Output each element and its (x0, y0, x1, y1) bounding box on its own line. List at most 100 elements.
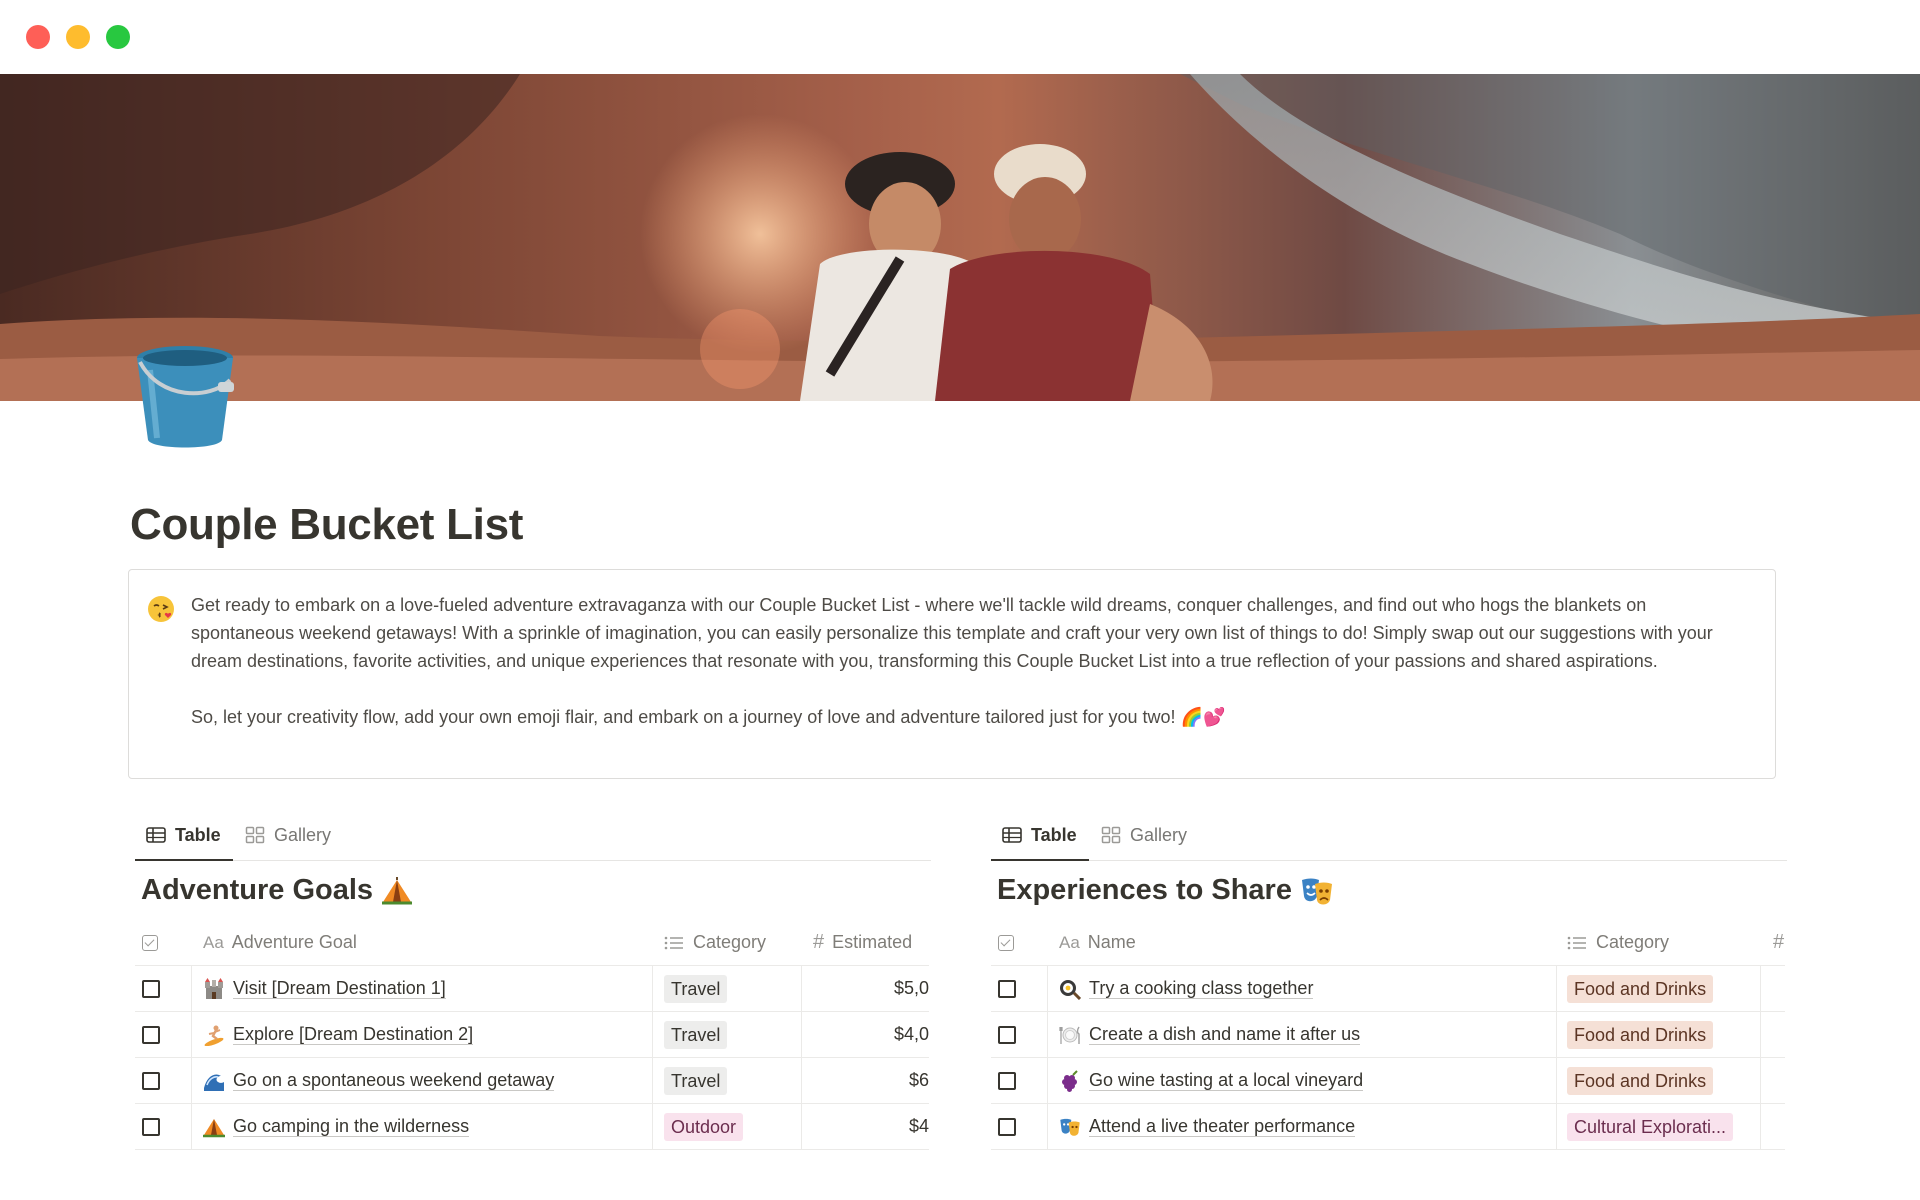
cover-photo (0, 74, 1920, 401)
row-category-cell[interactable]: Food and Drinks (1567, 966, 1757, 1011)
row-checkbox[interactable] (998, 1071, 1016, 1090)
tab-table[interactable]: Table (1002, 822, 1077, 848)
tent-icon (203, 1116, 225, 1138)
kissing-face-icon[interactable] (146, 594, 176, 624)
theater-masks-icon (1301, 878, 1332, 904)
minimize-window-button[interactable] (66, 25, 90, 49)
column-divider (1047, 1058, 1048, 1103)
row-estimated-cell[interactable]: $4 (815, 1104, 929, 1149)
row-checkbox[interactable] (142, 1117, 160, 1136)
column-divider (652, 1012, 653, 1057)
row-name-cell[interactable]: Go camping in the wilderness (203, 1104, 653, 1149)
table-row[interactable]: Try a cooking class together Food and Dr… (991, 966, 1785, 1012)
tab-gallery[interactable]: Gallery (245, 822, 331, 848)
row-category-cell[interactable]: Travel (664, 1058, 794, 1103)
table-row[interactable]: Go on a spontaneous weekend getaway Trav… (135, 1058, 929, 1104)
column-divider (652, 1104, 653, 1149)
row-checkbox[interactable] (998, 1025, 1016, 1044)
row-estimated-cell[interactable]: $4,0 (815, 1012, 929, 1057)
row-title[interactable]: Explore [Dream Destination 2] (233, 1024, 474, 1045)
category-tag: Food and Drinks (1567, 974, 1714, 1003)
header-name[interactable]: Aa Name (1059, 920, 1449, 965)
row-category-cell[interactable]: Food and Drinks (1567, 1012, 1757, 1057)
row-checkbox-cell[interactable] (142, 966, 172, 1011)
bucket-icon[interactable] (130, 340, 240, 452)
database-title[interactable]: Adventure Goals (141, 874, 413, 907)
gallery-icon (1101, 826, 1121, 844)
table-row[interactable]: Attend a live theater performance Cultur… (991, 1104, 1785, 1150)
row-title[interactable]: Go wine tasting at a local vineyard (1089, 1070, 1364, 1091)
estimated-cost: $5,0 (893, 978, 929, 998)
row-checkbox-cell[interactable] (998, 1012, 1028, 1057)
table-row[interactable]: Go camping in the wilderness Outdoor $4 (135, 1104, 929, 1150)
column-divider (801, 1104, 802, 1149)
header-checkbox-column[interactable] (998, 920, 1028, 965)
row-title[interactable]: Visit [Dream Destination 1] (233, 978, 446, 999)
maximize-window-button[interactable] (106, 25, 130, 49)
table-row[interactable]: Go wine tasting at a local vineyard Food… (991, 1058, 1785, 1104)
row-title[interactable]: Go camping in the wilderness (233, 1116, 470, 1137)
row-checkbox-cell[interactable] (998, 966, 1028, 1011)
row-category-cell[interactable]: Outdoor (664, 1104, 794, 1149)
row-estimated-cell[interactable]: $6 (815, 1058, 929, 1103)
header-category[interactable]: Category (664, 920, 804, 965)
tab-table[interactable]: Table (146, 822, 221, 848)
table-row[interactable]: Visit [Dream Destination 1] Travel $5,0 (135, 966, 929, 1012)
header-adventure-goal[interactable]: Aa Adventure Goal (203, 920, 593, 965)
column-divider (801, 966, 802, 1011)
text-property-icon: Aa (1059, 932, 1080, 952)
close-window-button[interactable] (26, 25, 50, 49)
tab-label: Table (1031, 824, 1077, 845)
category-tag: Food and Drinks (1567, 1066, 1714, 1095)
column-divider (191, 1104, 192, 1149)
row-category-cell[interactable]: Cultural Explorati... (1567, 1104, 1757, 1149)
row-name-cell[interactable]: Go on a spontaneous weekend getaway (203, 1058, 653, 1103)
row-name-cell[interactable]: Explore [Dream Destination 2] (203, 1012, 653, 1057)
row-checkbox-cell[interactable] (998, 1104, 1028, 1149)
header-label: Adventure Goal (231, 932, 357, 952)
row-title[interactable]: Go on a spontaneous weekend getaway (233, 1070, 555, 1091)
database-title[interactable]: Experiences to Share (997, 874, 1334, 907)
row-name-cell[interactable]: Go wine tasting at a local vineyard (1059, 1058, 1539, 1103)
tab-label: Table (175, 824, 221, 845)
estimated-cost: $4,0 (893, 1024, 929, 1044)
cover-image[interactable] (0, 74, 1920, 401)
column-divider (1047, 1104, 1048, 1149)
row-name-cell[interactable]: Visit [Dream Destination 1] (203, 966, 653, 1011)
row-checkbox[interactable] (142, 1071, 160, 1090)
tab-gallery[interactable]: Gallery (1101, 822, 1187, 848)
row-name-cell[interactable]: Attend a live theater performance (1059, 1104, 1539, 1149)
row-title[interactable]: Try a cooking class together (1089, 978, 1314, 999)
row-checkbox[interactable] (998, 979, 1016, 998)
row-checkbox[interactable] (142, 1025, 160, 1044)
header-label: Category (1596, 932, 1670, 952)
header-estimated[interactable]: # Estimated (813, 920, 929, 965)
header-number-column[interactable]: # (1773, 920, 1785, 965)
header-category[interactable]: Category (1567, 920, 1747, 965)
row-checkbox-cell[interactable] (998, 1058, 1028, 1103)
column-divider (652, 966, 653, 1011)
row-category-cell[interactable]: Food and Drinks (1567, 1058, 1757, 1103)
callout-paragraph: Get ready to embark on a love-fueled adv… (191, 595, 1713, 671)
table-icon (1002, 827, 1022, 843)
table-row[interactable]: Create a dish and name it after us Food … (991, 1012, 1785, 1058)
row-checkbox-cell[interactable] (142, 1058, 172, 1103)
row-checkbox[interactable] (998, 1117, 1016, 1136)
row-category-cell[interactable]: Travel (664, 1012, 794, 1057)
row-checkbox-cell[interactable] (142, 1104, 172, 1149)
column-divider (801, 1058, 802, 1103)
row-name-cell[interactable]: Create a dish and name it after us (1059, 1012, 1539, 1057)
callout-block[interactable]: Get ready to embark on a love-fueled adv… (128, 569, 1776, 779)
row-title[interactable]: Attend a live theater performance (1089, 1116, 1356, 1137)
cooking-pan-icon (1059, 978, 1081, 1000)
row-checkbox-cell[interactable] (142, 1012, 172, 1057)
table-row[interactable]: Explore [Dream Destination 2] Travel $4,… (135, 1012, 929, 1058)
page-title[interactable]: Couple Bucket List (130, 500, 523, 550)
header-checkbox-column[interactable] (142, 920, 172, 965)
table-icon (146, 827, 166, 843)
row-title[interactable]: Create a dish and name it after us (1089, 1024, 1361, 1045)
row-estimated-cell[interactable]: $5,0 (815, 966, 929, 1011)
row-name-cell[interactable]: Try a cooking class together (1059, 966, 1539, 1011)
row-category-cell[interactable]: Travel (664, 966, 794, 1011)
row-checkbox[interactable] (142, 979, 160, 998)
